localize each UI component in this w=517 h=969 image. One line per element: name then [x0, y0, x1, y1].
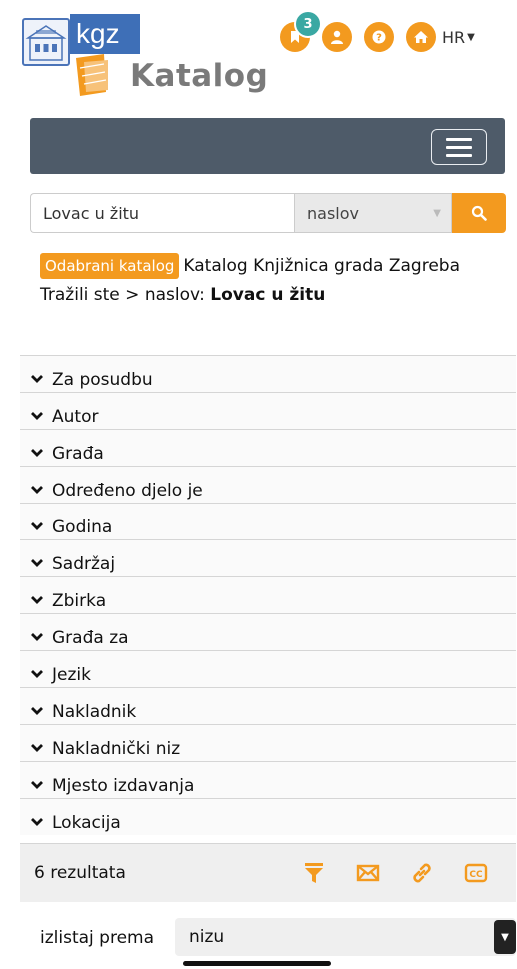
facet-label: Jezik	[52, 665, 91, 686]
facet-grada[interactable]: Građa	[20, 428, 516, 466]
catalog-name: Katalog Knjižnica grada Zagreba	[183, 256, 460, 276]
language-label: HR	[442, 27, 466, 47]
search-button[interactable]	[452, 193, 506, 233]
facet-nakladnicki-niz[interactable]: Nakladnički niz	[20, 723, 516, 761]
permalink-button[interactable]	[408, 859, 436, 887]
chevron-down-icon	[31, 743, 43, 752]
facet-label: Građa za	[52, 628, 129, 649]
facet-label: Autor	[52, 406, 99, 427]
chevron-down-icon	[31, 596, 43, 605]
facet-grada-za[interactable]: Građa za	[20, 613, 516, 651]
chevron-down-icon	[31, 670, 43, 678]
search-icon	[471, 205, 487, 221]
facet-odredeno-djelo[interactable]: Određeno djelo je	[20, 465, 516, 503]
header: kgz Katalog 3 ? HR ▼	[0, 0, 517, 110]
facet-label: Mjesto izdavanja	[52, 775, 195, 796]
search-field-select[interactable]: naslov ▼	[294, 193, 452, 233]
facet-godina[interactable]: Godina	[20, 502, 516, 540]
navbar	[30, 118, 505, 174]
facet-list: Za posudbu Autor Građa Određeno djelo je…	[20, 355, 516, 835]
chevron-down-icon	[31, 780, 43, 789]
search-bar: naslov ▼	[30, 193, 506, 233]
bookmarks-button[interactable]: 3	[280, 10, 322, 52]
building-logo-icon	[22, 18, 70, 66]
menu-toggle-button[interactable]	[431, 129, 487, 165]
logo-kgz-text: kgz	[70, 14, 140, 54]
hamburger-icon-line	[446, 153, 472, 157]
facet-label: Građa	[52, 443, 104, 464]
facet-za-posudbu[interactable]: Za posudbu	[20, 355, 516, 392]
chevron-down-icon	[31, 374, 43, 383]
email-button[interactable]	[354, 859, 382, 887]
sort-select[interactable]: nizu ▼	[175, 918, 516, 956]
book-logo-icon	[74, 52, 124, 98]
bookmark-count-badge: 3	[294, 10, 322, 38]
facet-label: Za posudbu	[52, 369, 153, 390]
home-indicator	[183, 961, 331, 966]
facet-label: Zbirka	[52, 591, 107, 612]
chevron-down-icon	[31, 485, 43, 494]
facet-autor[interactable]: Autor	[20, 391, 516, 429]
filter-icon	[305, 863, 323, 883]
facet-label: Godina	[52, 517, 113, 538]
results-count: 6 rezultata	[34, 863, 126, 883]
kgz-katalog-logo[interactable]: kgz Katalog	[22, 14, 268, 98]
home-icon	[414, 31, 428, 43]
searched-prefix: Tražili ste > naslov:	[40, 285, 205, 305]
hamburger-icon-line	[446, 137, 472, 141]
facet-label: Lokacija	[52, 812, 121, 833]
facet-jezik[interactable]: Jezik	[20, 650, 516, 688]
hamburger-icon-line	[446, 145, 472, 149]
facet-label: Nakladnički niz	[52, 738, 181, 759]
top-icons: 3 ? HR ▼	[280, 10, 475, 52]
svg-text:?: ?	[376, 33, 382, 44]
sort-selected-value: nizu	[189, 927, 225, 947]
facet-label: Sadržaj	[52, 554, 116, 575]
dropdown-arrow-icon: ▼	[494, 920, 516, 954]
help-icon: ?	[372, 30, 386, 44]
filter-button[interactable]	[300, 859, 328, 887]
chevron-down-icon	[31, 706, 43, 715]
facet-zbirka[interactable]: Zbirka	[20, 576, 516, 614]
chevron-down-icon	[31, 522, 43, 531]
chevron-down-icon	[31, 633, 43, 642]
facet-sadrzaj[interactable]: Sadržaj	[20, 539, 516, 577]
chevron-down-icon	[31, 559, 43, 568]
facet-mjesto-izdavanja[interactable]: Mjesto izdavanja	[20, 760, 516, 798]
envelope-icon	[356, 864, 380, 882]
caret-down-icon: ▼	[467, 31, 475, 43]
search-field-value: naslov	[307, 203, 359, 223]
user-button[interactable]	[322, 22, 352, 52]
sort-row: izlistaj prema nizu ▼	[20, 918, 516, 958]
link-icon	[413, 863, 431, 883]
facet-label: Nakladnik	[52, 701, 137, 722]
logo-katalog-text: Katalog	[130, 58, 269, 94]
svg-text:CC: CC	[469, 870, 483, 880]
select-arrow-icon: ▼	[433, 207, 441, 219]
cc-icon: CC	[464, 863, 488, 883]
user-icon	[331, 30, 343, 44]
facet-label: Određeno djelo je	[52, 480, 203, 501]
facet-nakladnik[interactable]: Nakladnik	[20, 687, 516, 724]
help-button[interactable]: ?	[364, 22, 394, 52]
search-info: Odabrani katalog Katalog Knjižnica grada …	[40, 252, 500, 310]
results-toolbar: 6 rezultata CC	[20, 843, 516, 902]
chevron-down-icon	[31, 411, 43, 420]
language-selector[interactable]: HR ▼	[442, 28, 475, 47]
chevron-down-icon	[31, 448, 43, 457]
home-button[interactable]	[406, 22, 436, 52]
searched-query: Lovac u žitu	[210, 285, 326, 305]
citation-button[interactable]: CC	[462, 859, 490, 887]
sort-label: izlistaj prema	[40, 928, 155, 948]
facet-lokacija[interactable]: Lokacija	[20, 797, 516, 835]
selected-catalog-tag[interactable]: Odabrani katalog	[40, 253, 180, 279]
chevron-down-icon	[31, 817, 43, 826]
search-input[interactable]	[30, 193, 294, 233]
